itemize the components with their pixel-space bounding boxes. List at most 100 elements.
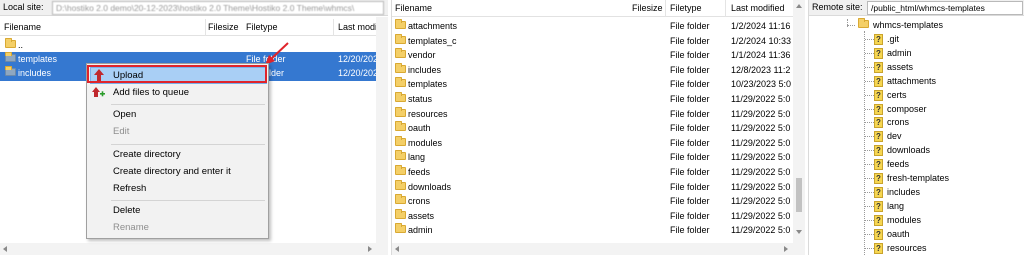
remote-row-type: File folder [670,108,710,119]
unknown-status-icon: ? [874,75,883,87]
folder-icon [395,77,406,88]
remote-row-type: File folder [670,137,710,148]
remote-horizontal-scrollbar[interactable] [392,243,805,255]
remote-list-row[interactable]: admin File folder 11/29/2022 5:0 [392,223,792,238]
menu-create-directory[interactable]: Create directory [113,149,181,160]
tree-item-label: assets [887,61,914,72]
remote-col-modified[interactable]: Last modified [731,3,785,13]
remote-list-row[interactable]: attachments File folder 1/2/2024 11:16 [392,19,792,34]
local-horizontal-scrollbar[interactable] [0,243,388,255]
menu-delete[interactable]: Delete [113,205,140,216]
tree-item-label: resources [887,242,927,253]
tree-item[interactable]: ? downloads [809,143,1009,158]
tree-item-label: feeds [887,159,910,170]
tree-item[interactable]: ? fresh-templates [809,171,1009,186]
local-col-filetype[interactable]: Filetype [246,22,278,32]
unknown-status-icon: ? [874,242,883,254]
tree-item-label: attachments [887,75,937,86]
remote-list-row[interactable]: templates_c File folder 1/2/2024 10:33 [392,33,792,49]
menu-create-directory-enter[interactable]: Create directory and enter it [113,166,231,177]
folder-icon [395,33,406,44]
menu-open[interactable]: Open [113,109,136,120]
remote-row-type: File folder [670,21,710,31]
remote-list-row[interactable]: lang File folder 11/29/2022 5:0 [392,150,792,165]
remote-list-row[interactable]: downloads File folder 11/29/2022 5:0 [392,179,792,195]
folder-icon [5,66,16,76]
scroll-left-icon[interactable] [3,246,7,252]
remote-row-modified: 11/29/2022 5:0 [731,167,791,177]
menu-rename: Rename [113,222,149,233]
tree-item-label: includes [887,186,921,197]
local-site-label: Local site: [3,2,44,12]
tree-item[interactable]: ? .git [809,32,1009,47]
remote-list-row[interactable]: crons File folder 11/29/2022 5:0 [392,194,792,209]
remote-list-row[interactable]: vendor File folder 1/1/2024 11:36 [392,48,792,63]
folder-icon [395,179,406,190]
scroll-right-icon[interactable] [368,246,372,252]
tree-root[interactable]: whmcs-templates [809,18,1009,33]
local-col-modified[interactable]: Last modifi [338,22,382,32]
remote-list-row[interactable]: includes File folder 12/8/2023 11:2 [392,62,792,78]
remote-col-filesize[interactable]: Filesize [632,3,663,13]
unknown-status-icon: ? [874,214,883,226]
remote-row-type: File folder [670,35,710,46]
remote-row-type: File folder [670,79,710,90]
tree-item[interactable]: ? assets [809,60,1009,75]
tree-item[interactable]: ? dev [809,129,1009,144]
tree-item-label: .git [887,34,900,44]
remote-vertical-scrollbar[interactable] [793,0,805,243]
remote-row-name: templates_c [408,35,457,46]
menu-refresh[interactable]: Refresh [113,183,146,194]
local-vertical-scrollbar[interactable] [376,17,388,243]
tree-item[interactable]: ? admin [809,46,1009,61]
unknown-status-icon: ? [874,173,883,184]
scroll-down-icon[interactable] [796,230,802,234]
tree-item-label: lang [887,200,905,211]
remote-list-row[interactable]: resources File folder 11/29/2022 5:0 [392,106,792,122]
remote-row-modified: 12/8/2023 11:2 [731,64,791,75]
remote-row-type: File folder [670,152,710,163]
tree-item[interactable]: ? lang [809,199,1009,214]
remote-col-filename[interactable]: Filename [395,3,432,13]
folder-icon [395,62,406,73]
tree-item[interactable]: ? resources [809,241,1009,255]
folder-icon [395,208,406,219]
tree-item[interactable]: ? includes [809,185,1009,200]
tree-item[interactable]: ? attachments [809,74,1009,89]
remote-row-type: File folder [670,50,710,61]
tree-item[interactable]: ? composer [809,102,1009,117]
remote-list-row[interactable]: status File folder 11/29/2022 5:0 [392,92,792,107]
local-col-filesize[interactable]: Filesize [208,22,239,32]
scroll-left-icon[interactable] [395,246,399,252]
parent-dir-label: .. [18,40,24,50]
local-row-name: templates [18,54,58,64]
remote-row-modified: 11/29/2022 5:0 [731,123,791,134]
tree-item[interactable]: ? crons [809,115,1009,130]
scroll-up-icon[interactable] [796,4,802,8]
remote-row-modified: 11/29/2022 5:0 [731,152,791,163]
remote-row-name: crons [408,196,431,207]
tree-item[interactable]: ? certs [809,88,1009,103]
tree-item[interactable]: ? modules [809,213,1009,228]
remote-site-path[interactable]: /public_html/whmcs-templates [867,1,1023,15]
remote-row-modified: 1/1/2024 11:36 [731,50,791,61]
remote-list-row[interactable]: oauth File folder 11/29/2022 5:0 [392,121,792,136]
menu-add-to-queue[interactable]: Add files to queue [113,87,189,98]
folder-icon [5,52,16,62]
local-col-filename[interactable]: Filename [4,22,41,32]
local-site-path[interactable]: D:\hostiko 2.0 demo\20-12-2023\hostiko 2… [52,1,384,15]
remote-row-name: templates [408,79,448,90]
menu-edit: Edit [113,126,130,137]
tree-item[interactable]: ? feeds [809,157,1009,172]
remote-col-filetype[interactable]: Filetype [670,3,702,13]
remote-list-row[interactable]: modules File folder 11/29/2022 5:0 [392,135,792,151]
add-queue-icon [92,87,105,97]
remote-list-row[interactable]: assets File folder 11/29/2022 5:0 [392,208,792,224]
remote-list-row[interactable]: feeds File folder 11/29/2022 5:0 [392,165,792,180]
remote-row-type: File folder [670,210,710,221]
tree-item[interactable]: ? oauth [809,227,1009,242]
remote-list-row[interactable]: templates File folder 10/23/2023 5:0 [392,77,792,92]
scroll-right-icon[interactable] [784,246,788,252]
remote-scroll-thumb[interactable] [796,178,802,212]
local-parent-row[interactable]: .. [0,38,376,53]
